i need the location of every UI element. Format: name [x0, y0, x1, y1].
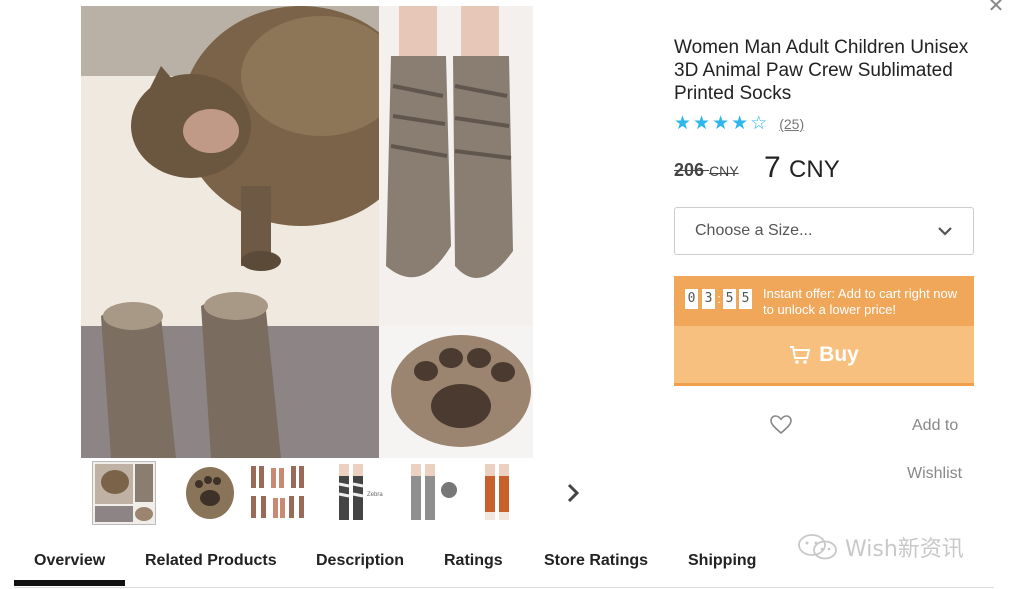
thumbnail-1[interactable]	[92, 461, 156, 525]
tab-store-ratings[interactable]: Store Ratings	[544, 552, 648, 570]
active-tab-indicator	[14, 580, 125, 586]
wechat-icon	[798, 534, 837, 560]
old-price: 206 CNY	[674, 160, 739, 181]
chevron-right-icon[interactable]	[560, 480, 586, 506]
star-filled-icon: ★	[731, 113, 749, 134]
review-count-link[interactable]: (25)	[779, 116, 804, 132]
timer-digit: 5	[723, 289, 736, 309]
star-filled-icon: ★	[693, 113, 711, 134]
star-filled-icon: ★	[674, 113, 692, 134]
size-select-placeholder: Choose a Size...	[695, 222, 813, 239]
tab-description[interactable]: Description	[316, 552, 404, 570]
timer-digit: 0	[685, 289, 698, 309]
product-rating: ★ ★ ★ ★ ☆ (25)	[674, 114, 804, 134]
instant-offer-banner: 0 3 : 5 5 Instant offer: Add to cart rig…	[674, 276, 974, 336]
tab-shipping[interactable]: Shipping	[688, 552, 756, 570]
buy-button[interactable]: Buy	[674, 326, 974, 386]
chevron-down-icon	[938, 227, 952, 236]
buy-button-label: Buy	[819, 342, 859, 366]
add-to-wishlist-link[interactable]: Wishlist	[907, 465, 962, 483]
tab-ratings[interactable]: Ratings	[444, 552, 503, 570]
thumbnail-2[interactable]	[179, 462, 241, 524]
cart-icon	[790, 345, 811, 364]
old-price-currency: CNY	[709, 163, 739, 179]
star-filled-icon: ★	[712, 113, 730, 134]
new-price-value: 7	[764, 151, 781, 184]
main-product-image[interactable]	[81, 6, 533, 458]
timer-digit: 3	[702, 289, 715, 309]
heart-icon[interactable]	[770, 415, 792, 435]
close-icon[interactable]: ✕	[984, 0, 1008, 16]
product-title: Women Man Adult Children Unisex 3D Anima…	[674, 37, 969, 104]
timer-separator: :	[717, 291, 721, 306]
thumbnail-6[interactable]	[471, 462, 533, 524]
thumbnail-4[interactable]: Zebra	[325, 462, 387, 524]
tab-overview[interactable]: Overview	[34, 552, 105, 570]
add-to-wishlist-link[interactable]: Add to	[912, 417, 958, 435]
watermark: Wish新资讯	[797, 531, 964, 563]
thumbnail-3[interactable]	[247, 462, 309, 524]
watermark-text: Wish新资讯	[845, 537, 964, 562]
old-price-value: 206	[674, 160, 705, 180]
timer-digit: 5	[739, 289, 752, 309]
size-select[interactable]: Choose a Size...	[674, 207, 974, 255]
tab-related-products[interactable]: Related Products	[145, 552, 277, 570]
svg-text:Zebra: Zebra	[367, 492, 383, 498]
thumbnail-5[interactable]	[403, 462, 465, 524]
new-price: 7 CNY	[764, 151, 840, 185]
instant-offer-text: Instant offer: Add to cart right now to …	[763, 286, 958, 317]
star-empty-icon: ☆	[750, 113, 768, 134]
new-price-currency: CNY	[789, 156, 840, 183]
